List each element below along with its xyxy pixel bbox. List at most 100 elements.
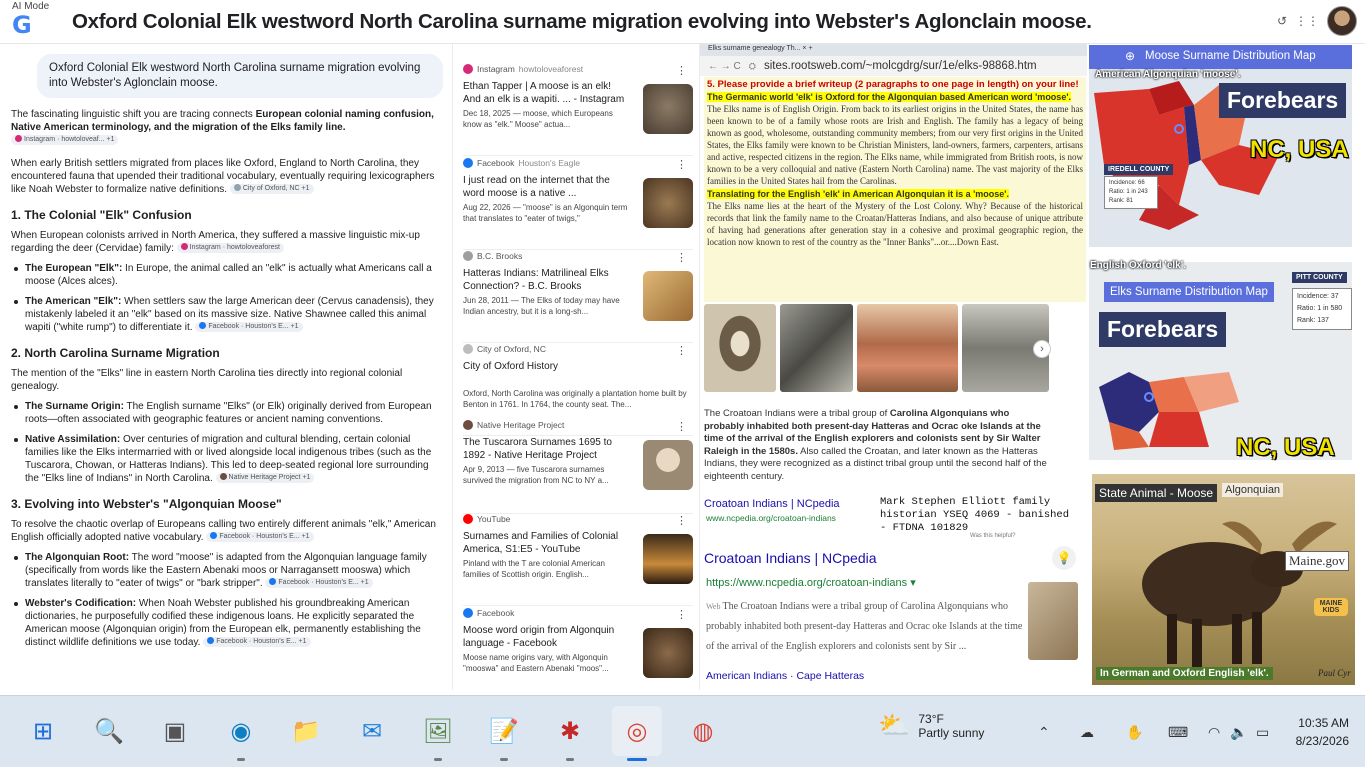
puzzle-app-icon[interactable]: ✱ xyxy=(553,714,587,748)
section-3-intro: To resolve the chaotic overlap of Europe… xyxy=(11,519,436,543)
lightbulb-icon[interactable]: 💡 xyxy=(1052,546,1076,570)
citation-chip[interactable]: Facebook · Houston's E... +1 xyxy=(206,532,314,543)
wifi-icon[interactable]: ◠ xyxy=(1208,724,1220,741)
globe-icon: ⊕ xyxy=(1125,49,1136,63)
taskbar: ⊞ 🔍 ▣ ◉ 📁 ✉ 🖼 📝 ✱ ◎ ◍ xyxy=(0,695,1365,767)
thunderbird-icon[interactable]: ✉ xyxy=(355,714,389,748)
photo-portrait[interactable] xyxy=(704,304,777,392)
running-indicator xyxy=(237,758,245,761)
result-thumbnail xyxy=(643,271,693,321)
system-clock[interactable]: 10:35 AM 8/23/2026 xyxy=(1296,714,1349,750)
native-heritage-icon xyxy=(463,420,473,430)
moose-caption: In German and Oxford English 'elk'. xyxy=(1096,667,1273,680)
search-icon[interactable]: 🔍 xyxy=(92,714,126,748)
battery-icon[interactable]: ▭ xyxy=(1256,724,1269,741)
result-card[interactable]: Facebook Houston's Eagle ⋮ I just read o… xyxy=(463,158,693,250)
state-animal-title: State Animal - Moose xyxy=(1095,484,1218,502)
citation-chip[interactable]: City of Oxford, NC +1 xyxy=(229,184,314,195)
file-explorer-icon[interactable]: 📁 xyxy=(289,714,323,748)
cloud-icon[interactable]: ☁ xyxy=(1080,724,1094,741)
chrome-profile-icon[interactable]: ◍ xyxy=(686,714,720,748)
source-results-column: Instagram howtoloveaforest ⋮ Ethan Tappe… xyxy=(452,44,700,690)
chrome-browser-icon[interactable]: ◎ xyxy=(612,706,662,756)
ncpedia-link[interactable]: Croatoan Indians | NCpedia xyxy=(704,498,840,510)
moose-photo xyxy=(1092,474,1355,685)
section-2-list: The Surname Origin: The English surname … xyxy=(11,400,444,485)
browser-address-bar[interactable]: ← → C ⛭ sites.rootsweb.com/~molcgdrg/sur… xyxy=(700,56,1087,76)
result-thumbnail xyxy=(643,84,693,134)
instagram-icon xyxy=(15,135,22,143)
ncpedia-url[interactable]: www.ncpedia.org/croatoan-indians xyxy=(706,513,836,523)
nc-usa-label: NC, USA xyxy=(1250,136,1349,163)
citation-chip[interactable]: Instagram · howtoloveaf... +1 xyxy=(11,135,119,146)
partly-sunny-icon: ⛅ xyxy=(878,710,911,740)
google-logo-icon[interactable]: G xyxy=(12,12,38,38)
list-item: The American "Elk": When settlers saw th… xyxy=(11,295,444,334)
site-icon xyxy=(463,344,473,354)
citation-chip[interactable]: Instagram · howtoloveaforest xyxy=(176,243,284,254)
apps-grid-icon[interactable]: ⋮⋮ xyxy=(1295,14,1319,28)
county-name: IREDELL COUNTY xyxy=(1104,164,1174,175)
back-forward-icon[interactable]: ← → C xyxy=(708,61,741,72)
hand-app-icon[interactable]: ✋ xyxy=(1126,724,1143,741)
citation-chip[interactable]: Native Heritage Project +1 xyxy=(215,473,315,484)
forebears-logo: Forebears xyxy=(1219,83,1347,118)
weather-widget[interactable]: ⛅ 73°F Partly sunny xyxy=(878,710,984,741)
edge-browser-icon[interactable]: ◉ xyxy=(224,714,258,748)
carousel-next-icon[interactable]: › xyxy=(1033,340,1051,358)
list-item: Native Assimilation: Over centuries of m… xyxy=(11,433,444,485)
volume-icon[interactable]: 🔈 xyxy=(1230,724,1247,741)
notepad-icon[interactable]: 📝 xyxy=(487,714,521,748)
more-options-icon[interactable]: ⋮ xyxy=(676,514,687,527)
chevron-up-icon[interactable]: ⌃ xyxy=(1038,724,1050,741)
result-card[interactable]: Facebook ⋮ Moose word origin from Algonq… xyxy=(463,608,693,700)
more-options-icon[interactable]: ⋮ xyxy=(676,158,687,171)
county-name: PITT COUNTY xyxy=(1292,272,1347,283)
result-thumbnail xyxy=(643,178,693,228)
more-options-icon[interactable]: ⋮ xyxy=(676,420,687,433)
citation-chip[interactable]: Facebook · Houston's E... +1 xyxy=(195,322,303,333)
browser-tab-strip[interactable]: Elks surname genealogy Th... × + xyxy=(700,44,1087,56)
moose-leg xyxy=(1232,614,1242,664)
active-indicator xyxy=(627,758,647,761)
instagram-icon xyxy=(463,64,473,74)
keyboard-icon[interactable]: ⌨ xyxy=(1168,724,1188,741)
elks-map-header: Elks Surname Distribution Map xyxy=(1104,282,1274,302)
presentation-icon[interactable]: 🖼 xyxy=(421,714,455,748)
result-card[interactable]: Instagram howtoloveaforest ⋮ Ethan Tappe… xyxy=(463,64,693,156)
feedback-prompt[interactable]: Was this helpful? xyxy=(970,533,1015,539)
citation-chip[interactable]: Facebook · Houston's E... +1 xyxy=(265,578,373,589)
ncpedia-result-url[interactable]: https://www.ncpedia.org/croatoan-indians… xyxy=(706,576,916,589)
running-indicator xyxy=(434,758,442,761)
section-heading-1: 1. The Colonial "Elk" Confusion xyxy=(11,208,192,222)
citation-chip[interactable]: Facebook · Houston's E... +1 xyxy=(203,637,311,648)
page-title: Oxford Colonial Elk westword North Carol… xyxy=(72,10,1092,33)
avatar[interactable] xyxy=(1327,6,1357,36)
more-options-icon[interactable]: ⋮ xyxy=(676,344,687,357)
more-options-icon[interactable]: ⋮ xyxy=(676,64,687,77)
more-options-icon[interactable]: ⋮ xyxy=(676,251,687,264)
more-options-icon[interactable]: ⋮ xyxy=(676,608,687,621)
photographer-signature: Paul Cyr xyxy=(1318,668,1351,678)
history-icon[interactable]: ↺ xyxy=(1277,14,1287,28)
result-card[interactable]: B.C. Brooks ⋮ Hatteras Indians: Matrilin… xyxy=(463,251,693,343)
elk-map-label: English Oxford 'elk'. xyxy=(1090,260,1186,271)
algonquian-label: Algonquian xyxy=(1222,483,1284,497)
nc-usa-label: NC, USA xyxy=(1236,434,1335,461)
section-1-list: The European "Elk": In Europe, the anima… xyxy=(11,262,444,334)
oxford-icon xyxy=(233,184,241,192)
result-card[interactable]: Native Heritage Project ⋮ The Tuscarora … xyxy=(463,420,693,514)
map-thumbnail[interactable] xyxy=(1028,582,1078,660)
forebears-logo: Forebears xyxy=(1099,312,1227,347)
ncpedia-result-title[interactable]: Croatoan Indians | NCpedia xyxy=(704,550,877,566)
windows-start-icon[interactable]: ⊞ xyxy=(26,714,60,748)
clock-time: 10:35 AM xyxy=(1298,716,1349,730)
photo-group[interactable] xyxy=(856,304,959,392)
facebook-icon xyxy=(463,158,473,168)
youtube-icon xyxy=(463,514,473,524)
related-links[interactable]: American Indians · Cape Hatteras xyxy=(706,670,864,682)
photo-tree[interactable] xyxy=(780,304,853,392)
result-card[interactable]: YouTube ⋮ Surnames and Families of Colon… xyxy=(463,514,693,606)
county-stats: Incidence: 37 Ratio: 1 in 580 Rank: 137 xyxy=(1292,288,1352,330)
task-view-icon[interactable]: ▣ xyxy=(158,714,192,748)
